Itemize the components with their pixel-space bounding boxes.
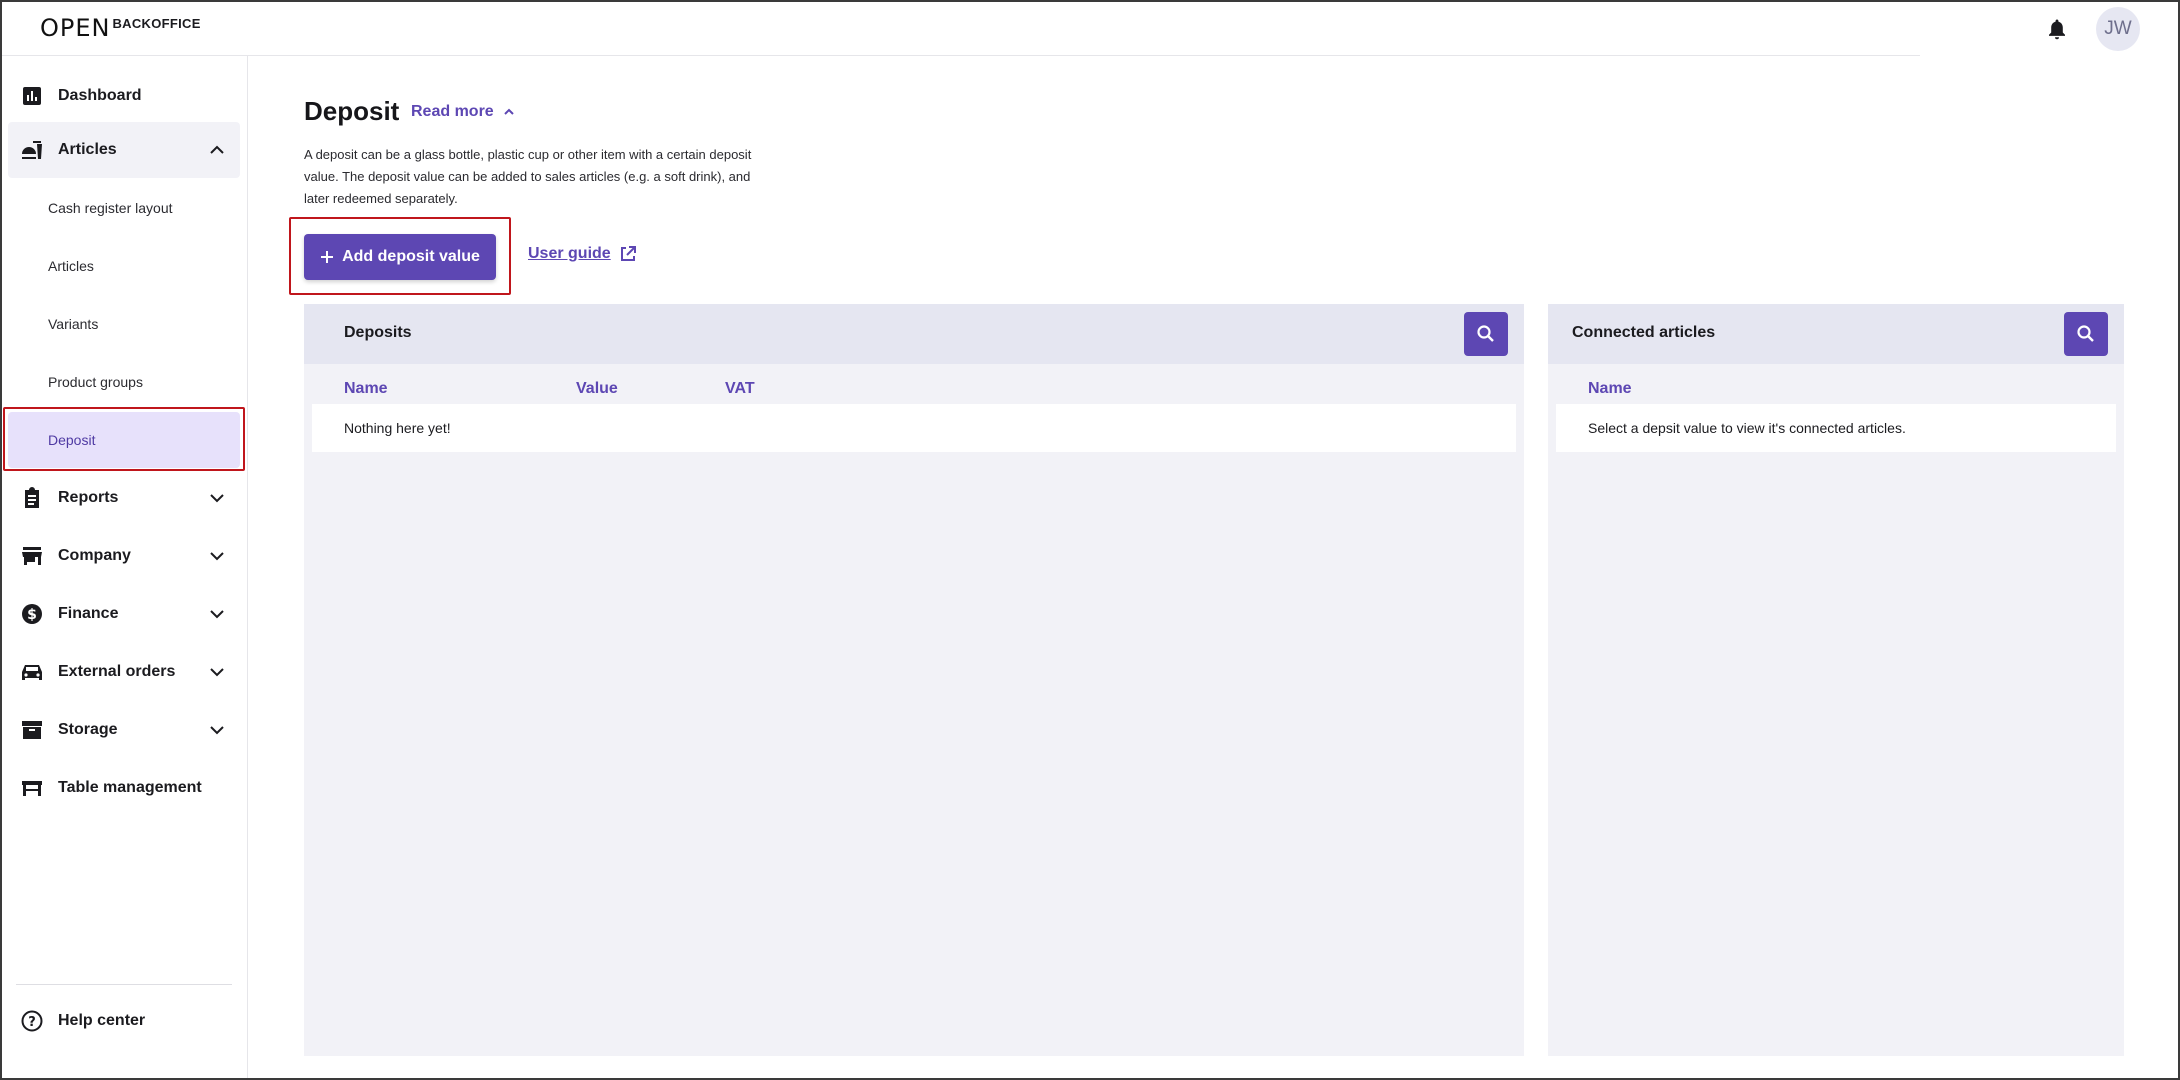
dollar-icon: $: [20, 602, 44, 626]
column-header-name[interactable]: Name: [344, 380, 388, 398]
sidebar-subitem-product-groups[interactable]: Product groups: [8, 354, 240, 410]
sidebar-divider: [16, 984, 232, 985]
page-description: A deposit can be a glass bottle, plastic…: [304, 147, 752, 206]
chevron-up-icon: [503, 108, 514, 115]
user-guide-label: User guide: [528, 245, 611, 262]
sidebar-item-finance[interactable]: $ Finance: [8, 586, 240, 642]
table-icon: [20, 776, 44, 800]
sidebar-subitem-label: Deposit: [48, 432, 96, 448]
sidebar-item-reports[interactable]: Reports: [8, 470, 240, 526]
column-header-value[interactable]: Value: [576, 380, 618, 398]
archive-icon: [20, 718, 44, 742]
external-link-icon: [620, 246, 636, 261]
sidebar-subitem-label: Articles: [48, 258, 94, 274]
top-bar: OPEN BACKOFFICE JW: [0, 0, 2180, 56]
column-header-vat[interactable]: VAT: [725, 380, 755, 398]
sidebar-item-storage[interactable]: Storage: [8, 702, 240, 758]
help-icon: ?: [20, 1009, 44, 1033]
top-bar-divider: [0, 55, 1920, 56]
sidebar-item-label: Dashboard: [58, 87, 142, 104]
chevron-down-icon: [210, 726, 224, 735]
chevron-down-icon: [210, 552, 224, 561]
column-header-name[interactable]: Name: [1588, 380, 1632, 398]
connected-articles-panel-header: Connected articles: [1548, 304, 2124, 364]
sidebar-item-label: Reports: [58, 489, 119, 506]
logo-mark: OPEN: [40, 14, 111, 42]
bell-icon[interactable]: [2044, 16, 2070, 42]
sidebar-subitem-label: Cash register layout: [48, 200, 173, 216]
sidebar-subitem-variants[interactable]: Variants: [8, 296, 240, 352]
sidebar-subitem-label: Product groups: [48, 374, 143, 390]
store-icon: [20, 544, 44, 568]
food-icon: [20, 138, 44, 162]
logo[interactable]: OPEN BACKOFFICE: [40, 14, 201, 42]
sidebar: Dashboard Articles Cash register layout …: [0, 56, 248, 1080]
plus-icon: [321, 251, 334, 263]
connected-articles-panel: Connected articles Name Select a depsit …: [1548, 304, 2124, 1056]
sidebar-item-company[interactable]: Company: [8, 528, 240, 584]
deposits-panel-header: Deposits: [304, 304, 1524, 364]
empty-state-row: Select a depsit value to view it's conne…: [1556, 404, 2116, 452]
read-more-toggle[interactable]: Read more: [411, 103, 516, 121]
add-deposit-value-label: Add deposit value: [342, 248, 480, 265]
avatar[interactable]: JW: [2096, 7, 2140, 51]
car-icon: [20, 660, 44, 684]
empty-state-text: Select a depsit value to view it's conne…: [1588, 420, 1906, 436]
search-icon: [2077, 325, 2094, 342]
chevron-down-icon: [210, 668, 224, 677]
sidebar-item-label: Table management: [58, 779, 202, 796]
chevron-down-icon: [210, 494, 224, 503]
sidebar-item-articles[interactable]: Articles: [8, 122, 240, 178]
chevron-down-icon: [210, 610, 224, 619]
deposits-search-button[interactable]: [1464, 312, 1508, 356]
sidebar-item-help-center[interactable]: ? Help center: [8, 993, 240, 1049]
user-guide-link[interactable]: User guide: [528, 245, 637, 263]
sidebar-item-dashboard[interactable]: Dashboard: [8, 68, 240, 124]
sidebar-item-table-management[interactable]: Table management: [8, 760, 240, 816]
deposits-panel: Deposits Name Value VAT Nothing here yet…: [304, 304, 1524, 1056]
svg-text:?: ?: [28, 1015, 36, 1030]
connected-articles-panel-title: Connected articles: [1572, 324, 1716, 341]
sidebar-item-label: Finance: [58, 605, 119, 622]
sidebar-subitem-label: Variants: [48, 316, 99, 332]
chevron-up-icon: [210, 145, 224, 154]
sidebar-item-external-orders[interactable]: External orders: [8, 644, 240, 700]
logo-text: BACKOFFICE: [112, 16, 201, 31]
bar-chart-icon: [20, 84, 44, 108]
empty-state-row: Nothing here yet!: [312, 404, 1516, 452]
sidebar-subitem-articles[interactable]: Articles: [8, 238, 240, 294]
add-deposit-value-button[interactable]: Add deposit value: [304, 234, 496, 280]
sidebar-item-label: Help center: [58, 1012, 146, 1029]
clipboard-icon: [20, 486, 44, 510]
sidebar-item-label: Storage: [58, 721, 118, 738]
sidebar-subitem-deposit[interactable]: Deposit: [8, 412, 240, 468]
read-more-label: Read more: [411, 103, 494, 120]
deposits-panel-title: Deposits: [344, 324, 412, 341]
page-title: Deposit: [304, 96, 400, 126]
empty-state-text: Nothing here yet!: [344, 420, 451, 436]
sidebar-item-label: External orders: [58, 663, 176, 680]
connected-articles-search-button[interactable]: [2064, 312, 2108, 356]
svg-text:$: $: [27, 607, 37, 623]
sidebar-item-label: Company: [58, 547, 131, 564]
avatar-initials: JW: [2104, 18, 2132, 39]
sidebar-subitem-cash-register-layout[interactable]: Cash register layout: [8, 180, 240, 236]
sidebar-item-label: Articles: [58, 141, 117, 158]
search-icon: [1477, 325, 1494, 342]
